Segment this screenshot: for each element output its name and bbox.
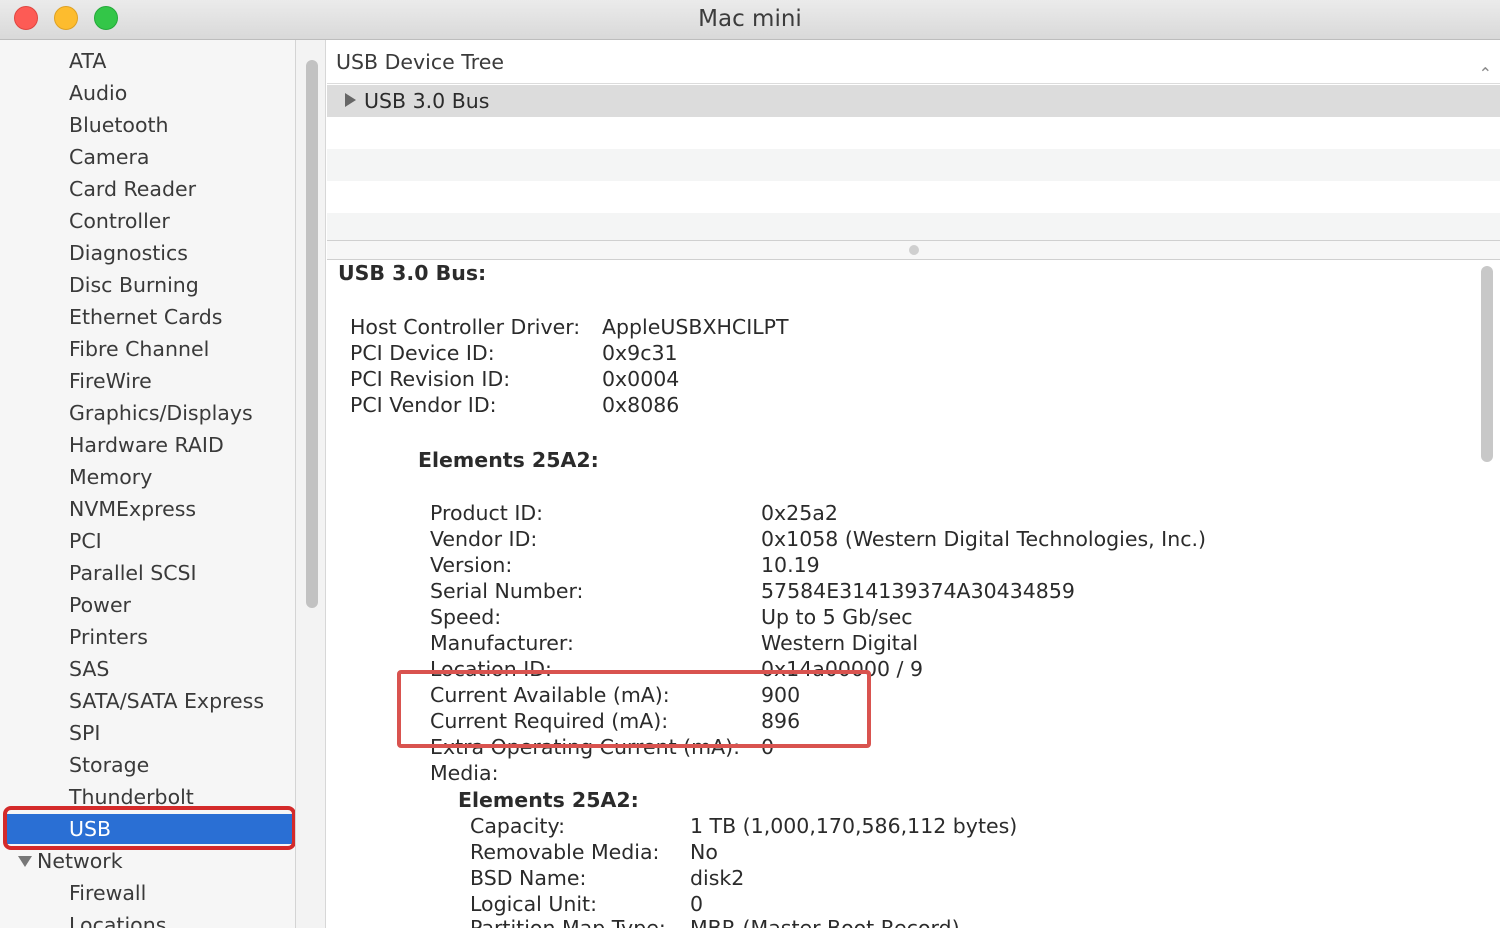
prop-key: PCI Revision ID:: [350, 367, 511, 391]
media-label: Media:: [430, 761, 499, 785]
tree-row-label: USB 3.0 Bus: [364, 89, 490, 113]
prop-key: Capacity:: [470, 814, 566, 838]
prop-key: Product ID:: [430, 501, 544, 525]
sidebar-item-graphics-displays[interactable]: Graphics/Displays: [69, 398, 253, 428]
prop-key: Speed:: [430, 605, 502, 629]
sidebar-item-storage[interactable]: Storage: [69, 750, 149, 780]
prop-value: disk2: [690, 866, 745, 890]
disclosure-down-icon[interactable]: [18, 856, 32, 867]
prop-value: 0x8086: [602, 393, 680, 417]
prop-value: 10.19: [761, 553, 820, 577]
tree-row-empty: [327, 117, 1500, 149]
tree-row-empty: [327, 149, 1500, 181]
disclosure-right-icon[interactable]: [345, 93, 356, 107]
sidebar-scrollbar[interactable]: [306, 60, 318, 608]
prop-value: 0x0004: [602, 367, 680, 391]
bus-title: USB 3.0 Bus:: [338, 261, 487, 285]
sidebar-item-spi[interactable]: SPI: [69, 718, 100, 748]
sidebar: ATA Audio Bluetooth Camera Card Reader C…: [0, 40, 296, 928]
tree-row-usb-bus[interactable]: USB 3.0 Bus: [327, 85, 1500, 117]
prop-key: Vendor ID:: [430, 527, 538, 551]
sidebar-item-ata[interactable]: ATA: [69, 46, 106, 76]
prop-value: 0x9c31: [602, 341, 678, 365]
prop-key: PCI Vendor ID:: [350, 393, 497, 417]
prop-value: 0x25a2: [761, 501, 838, 525]
sidebar-item-firewire[interactable]: FireWire: [69, 366, 152, 396]
prop-key: PCI Device ID:: [350, 341, 495, 365]
prop-value: 1 TB (1,000,170,586,112 bytes): [690, 814, 1018, 838]
prop-value: 57584E314139374A30434859: [761, 579, 1075, 603]
tree-row-empty: [327, 213, 1500, 241]
divider-handle-icon[interactable]: [909, 245, 919, 255]
sidebar-item-nvmexpress[interactable]: NVMExpress: [69, 494, 196, 524]
prop-value: Up to 5 Gb/sec: [761, 605, 913, 629]
sidebar-item-disc-burning[interactable]: Disc Burning: [69, 270, 199, 300]
sidebar-item-fibre-channel[interactable]: Fibre Channel: [69, 334, 209, 364]
sidebar-item-sas[interactable]: SAS: [69, 654, 109, 684]
sidebar-group-network[interactable]: Network: [18, 846, 123, 876]
sidebar-item-printers[interactable]: Printers: [69, 622, 148, 652]
device-title: Elements 25A2:: [418, 448, 599, 472]
sidebar-item-power[interactable]: Power: [69, 590, 131, 620]
prop-key: Removable Media:: [470, 840, 660, 864]
title-bar: Mac mini: [0, 0, 1500, 40]
sidebar-group-label: Network: [37, 849, 123, 873]
prop-key: Host Controller Driver:: [350, 315, 581, 339]
sidebar-item-diagnostics[interactable]: Diagnostics: [69, 238, 188, 268]
sidebar-item-parallel-scsi[interactable]: Parallel SCSI: [69, 558, 197, 588]
sidebar-item-audio[interactable]: Audio: [69, 78, 127, 108]
prop-key: Logical Unit:: [470, 892, 597, 916]
current-annotation-box: [397, 670, 871, 748]
prop-value: MBR (Master Boot Record): [690, 916, 960, 928]
prop-value: No: [690, 840, 718, 864]
prop-value: Western Digital: [761, 631, 919, 655]
media-title: Elements 25A2:: [458, 788, 639, 812]
prop-key: Manufacturer:: [430, 631, 574, 655]
sidebar-item-locations[interactable]: Locations: [69, 910, 166, 928]
prop-key: Partition Map Type:: [470, 916, 666, 928]
sidebar-item-camera[interactable]: Camera: [69, 142, 149, 172]
sidebar-item-controller[interactable]: Controller: [69, 206, 170, 236]
prop-key: Version:: [430, 553, 513, 577]
sidebar-item-ethernet-cards[interactable]: Ethernet Cards: [69, 302, 222, 332]
window-title: Mac mini: [698, 6, 802, 32]
prop-value: 0x1058 (Western Digital Technologies, In…: [761, 527, 1206, 551]
pane-divider[interactable]: [327, 240, 1500, 260]
sidebar-item-bluetooth[interactable]: Bluetooth: [69, 110, 169, 140]
sidebar-item-hardware-raid[interactable]: Hardware RAID: [69, 430, 224, 460]
device-tree-title: USB Device Tree: [336, 50, 504, 74]
prop-value: AppleUSBXHCILPT: [602, 315, 789, 339]
device-tree-header: USB Device Tree ⌃: [327, 40, 1500, 84]
prop-value: 0: [690, 892, 704, 916]
sidebar-item-pci[interactable]: PCI: [69, 526, 102, 556]
sidebar-item-card-reader[interactable]: Card Reader: [69, 174, 196, 204]
usb-annotation-box: [3, 806, 295, 850]
detail-scrollbar[interactable]: [1481, 266, 1493, 462]
sidebar-item-firewall[interactable]: Firewall: [69, 878, 146, 908]
sidebar-item-memory[interactable]: Memory: [69, 462, 152, 492]
prop-key: BSD Name:: [470, 866, 587, 890]
sidebar-item-sata[interactable]: SATA/SATA Express: [69, 686, 264, 716]
tree-row-empty: [327, 181, 1500, 213]
prop-key: Serial Number:: [430, 579, 584, 603]
